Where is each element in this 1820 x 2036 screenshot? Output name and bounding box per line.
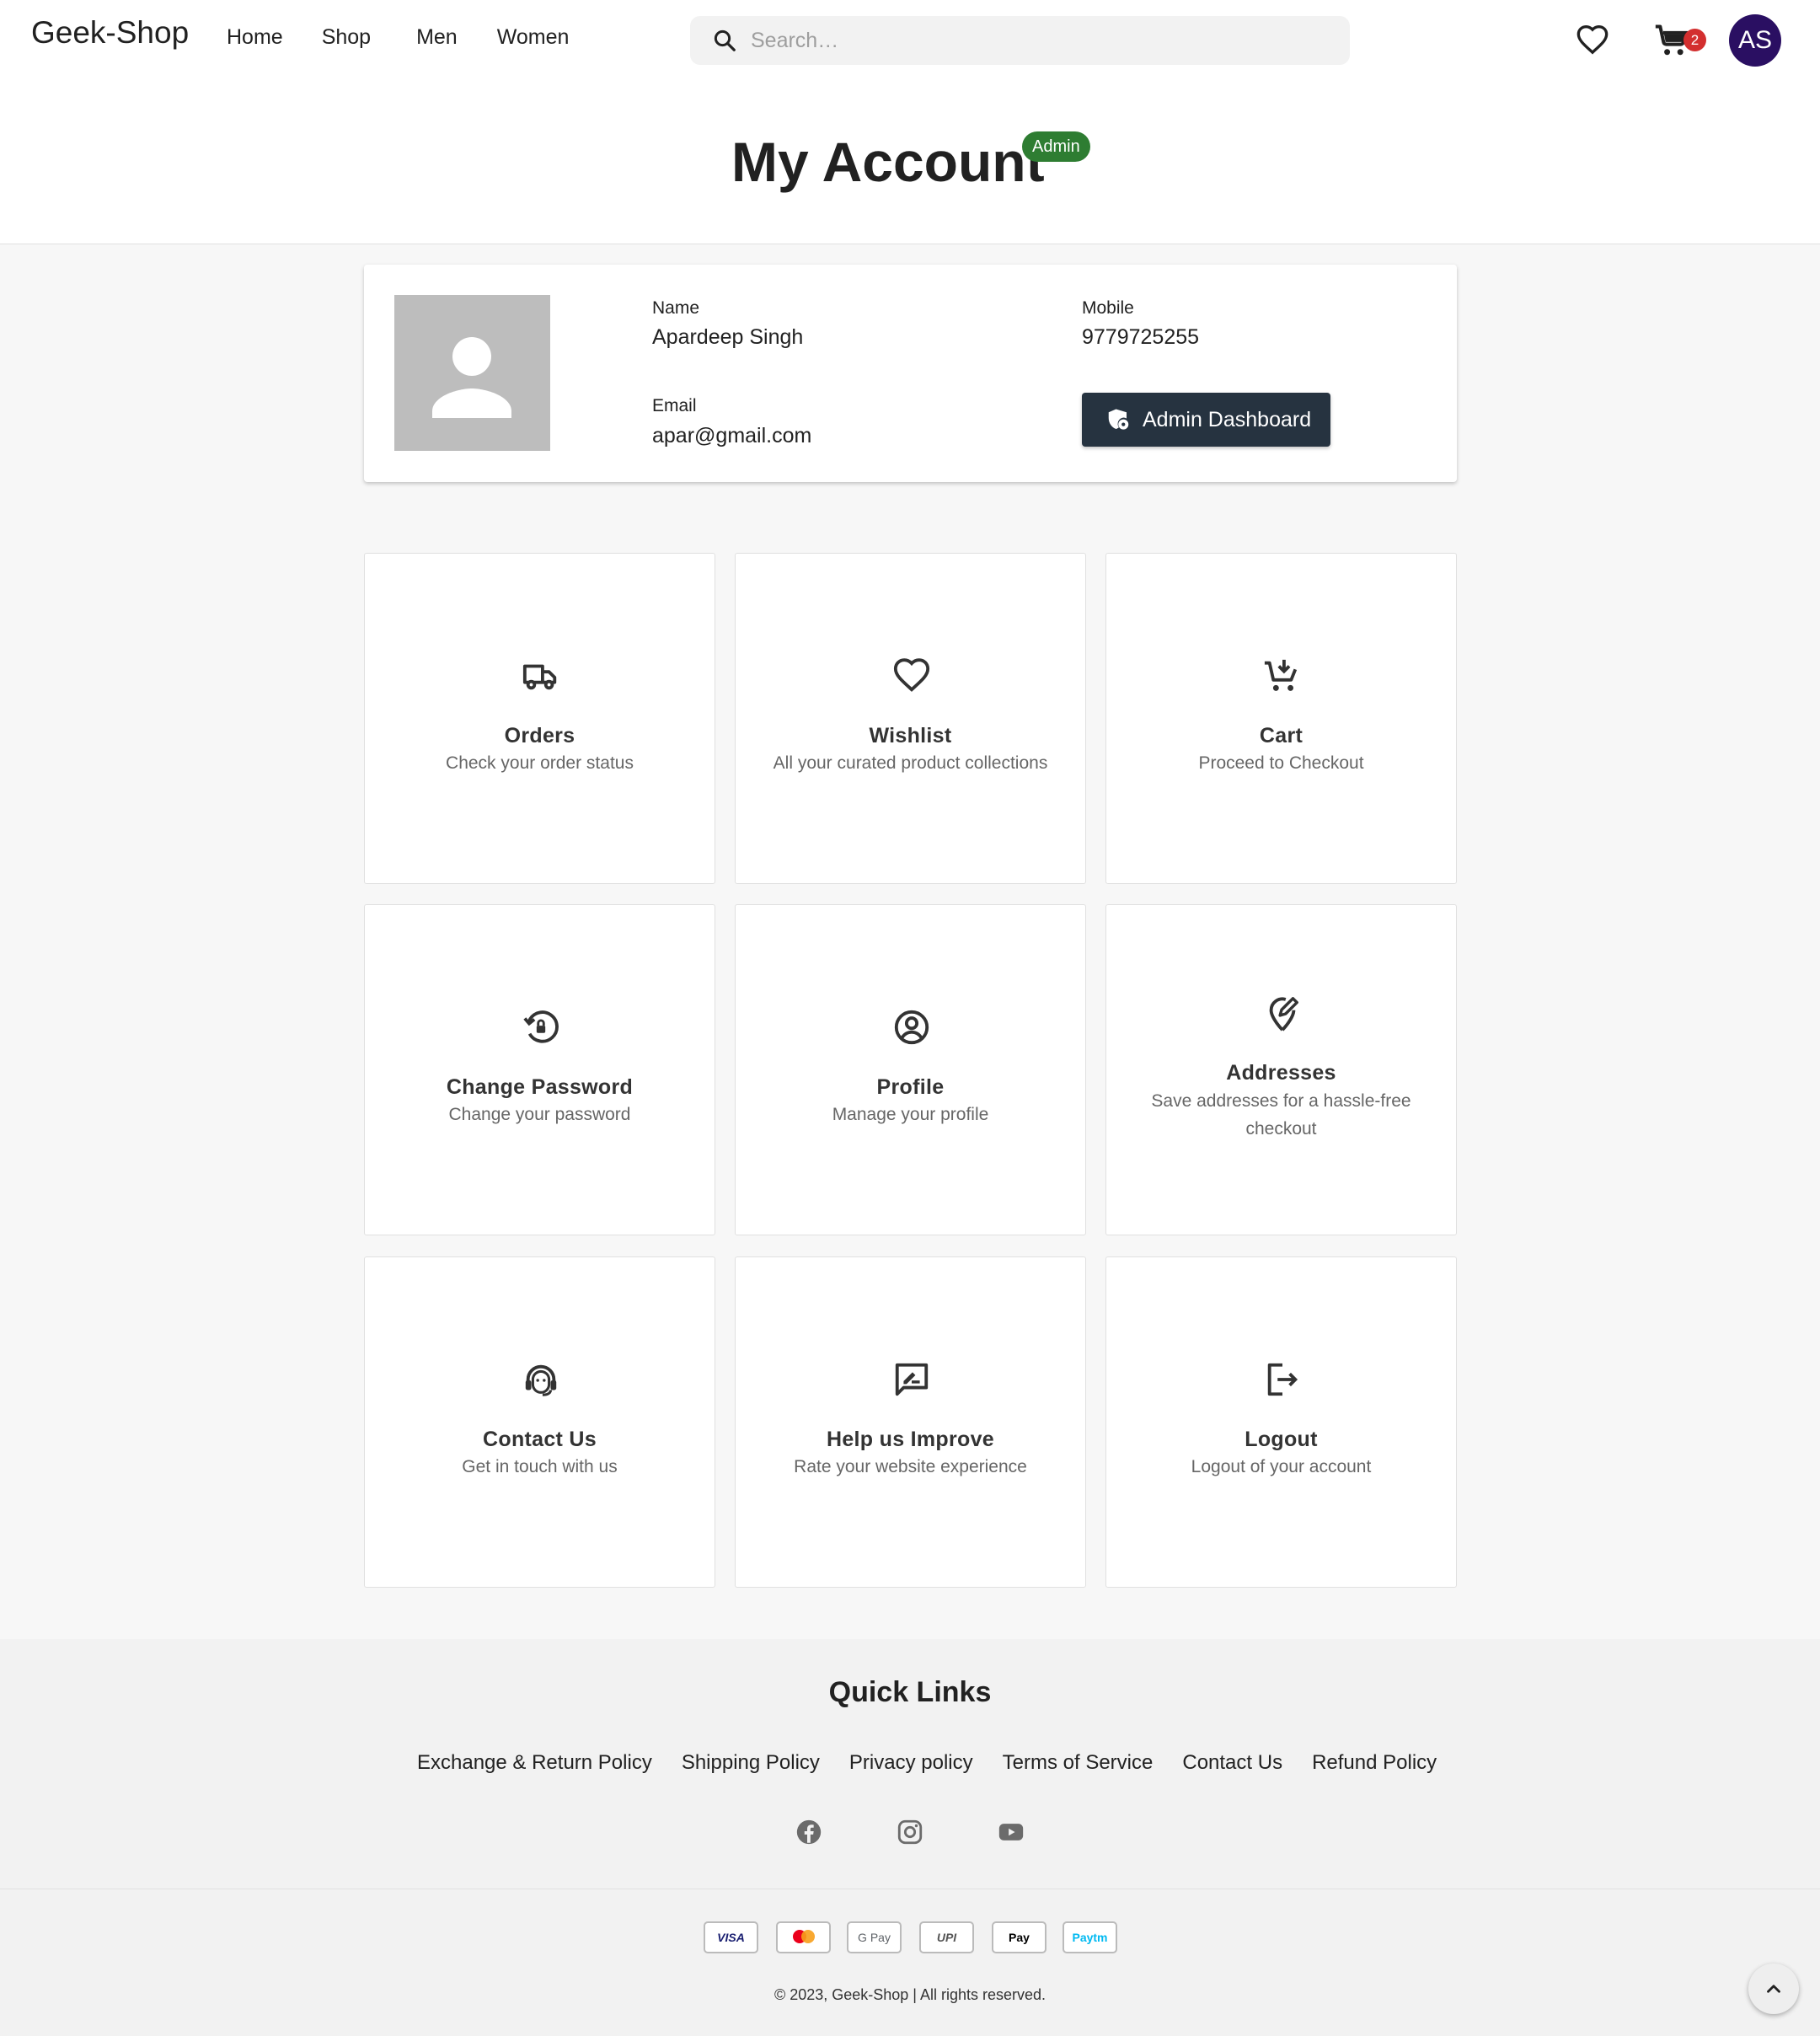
- feedback-icon: [895, 1363, 929, 1396]
- quick-links: Exchange & Return Policy Shipping Policy…: [417, 1751, 1466, 1775]
- user-avatar[interactable]: AS: [1729, 14, 1781, 67]
- tile-title: Help us Improve: [827, 1428, 994, 1451]
- tile-subtitle: Rate your website experience: [794, 1457, 1027, 1476]
- admin-shield-icon: [1108, 409, 1129, 430]
- admin-dashboard-button[interactable]: Admin Dashboard: [1082, 393, 1330, 447]
- copyright: © 2023, Geek-Shop | All rights reserved.: [774, 1986, 1046, 2003]
- cart-count-badge: 2: [1684, 29, 1706, 51]
- quick-links-title: Quick Links: [828, 1676, 992, 1708]
- logout-icon: [1267, 1363, 1298, 1396]
- tile-subtitle: All your curated product collections: [773, 753, 1048, 773]
- chevron-up-icon: [1767, 1985, 1780, 1993]
- apple-pay-logo: Pay: [992, 1921, 1046, 1953]
- tile-subtitle: Change your password: [448, 1105, 631, 1124]
- tile-wishlist[interactable]: Wishlist All your curated product collec…: [735, 553, 1086, 884]
- link-contact-us[interactable]: Contact Us: [1182, 1751, 1282, 1775]
- tile-subtitle: Check your order status: [446, 753, 634, 773]
- tile-title: Profile: [876, 1075, 945, 1099]
- cart-add-icon: [1264, 659, 1298, 691]
- profile-picture: [394, 295, 550, 451]
- mastercard-logo: [776, 1921, 831, 1953]
- account-circle-icon: [894, 1010, 929, 1045]
- tile-contact-us[interactable]: Contact Us Get in touch with us: [364, 1256, 715, 1588]
- tile-cart[interactable]: Cart Proceed to Checkout: [1105, 553, 1457, 884]
- facebook-icon[interactable]: [795, 1818, 823, 1846]
- role-badge: Admin: [1022, 131, 1090, 162]
- name-label: Name: [652, 298, 700, 318]
- nav-shop[interactable]: Shop: [322, 25, 371, 50]
- email-value: apar@gmail.com: [652, 424, 812, 447]
- tile-title: Wishlist: [869, 724, 952, 747]
- tile-subtitle: Manage your profile: [832, 1105, 989, 1124]
- tile-subtitle: Logout of your account: [1191, 1457, 1372, 1476]
- site-footer: Quick Links Exchange & Return Policy Shi…: [0, 1639, 1820, 2036]
- search-input[interactable]: [751, 23, 1324, 58]
- site-logo[interactable]: Geek-Shop: [31, 15, 189, 51]
- mobile-label: Mobile: [1082, 298, 1134, 318]
- google-pay-logo: G Pay: [847, 1921, 902, 1953]
- page-header: My Account Admin: [0, 81, 1820, 244]
- youtube-icon[interactable]: [997, 1818, 1025, 1846]
- admin-dashboard-label: Admin Dashboard: [1143, 407, 1312, 431]
- heart-icon[interactable]: [1576, 24, 1609, 57]
- main-nav: Home Shop Men Women: [227, 25, 569, 50]
- search-bar: [690, 16, 1350, 65]
- email-label: Email: [652, 396, 697, 415]
- location-edit-icon: [1269, 997, 1298, 1031]
- search-icon: [714, 29, 736, 51]
- tile-title: Addresses: [1226, 1061, 1336, 1085]
- upi-logo: UPI: [919, 1921, 974, 1953]
- tile-title: Contact Us: [483, 1428, 597, 1451]
- tile-logout[interactable]: Logout Logout of your account: [1105, 1256, 1457, 1588]
- tile-orders[interactable]: Orders Check your order status: [364, 553, 715, 884]
- heart-icon: [893, 658, 930, 692]
- person-placeholder-icon: [432, 337, 511, 418]
- tile-change-password[interactable]: Change Password Change your password: [364, 904, 715, 1235]
- nav-men[interactable]: Men: [416, 25, 458, 50]
- link-exchange-return-policy[interactable]: Exchange & Return Policy: [417, 1751, 652, 1775]
- link-refund-policy[interactable]: Refund Policy: [1312, 1751, 1437, 1775]
- nav-home[interactable]: Home: [227, 25, 283, 50]
- tile-subtitle: Proceed to Checkout: [1198, 753, 1364, 773]
- top-navbar: Geek-Shop Home Shop Men Women 2 AS: [0, 0, 1820, 81]
- page-title: My Account: [731, 131, 1045, 193]
- tile-addresses[interactable]: Addresses Save addresses for a hassle-fr…: [1105, 904, 1457, 1235]
- support-agent-icon: [525, 1364, 557, 1396]
- scroll-to-top-button[interactable]: [1748, 1964, 1799, 2014]
- lock-reset-icon: [523, 1010, 559, 1043]
- tile-subtitle: Get in touch with us: [462, 1457, 618, 1476]
- mobile-value: 9779725255: [1082, 325, 1200, 349]
- tile-title: Change Password: [446, 1075, 634, 1099]
- link-terms-of-service[interactable]: Terms of Service: [1003, 1751, 1154, 1775]
- name-value: Apardeep Singh: [652, 325, 804, 349]
- profile-card: Name Apardeep Singh Mobile 9779725255 Em…: [364, 265, 1457, 482]
- tile-title: Logout: [1245, 1428, 1318, 1451]
- tile-title: Orders: [504, 724, 575, 747]
- tile-subtitle: Save addresses for a hassle-free checkou…: [1151, 1091, 1411, 1139]
- link-shipping-policy[interactable]: Shipping Policy: [682, 1751, 820, 1775]
- tile-profile[interactable]: Profile Manage your profile: [735, 904, 1086, 1235]
- visa-logo: VISA: [704, 1921, 758, 1953]
- link-privacy-policy[interactable]: Privacy policy: [849, 1751, 973, 1775]
- truck-icon: [522, 664, 557, 690]
- tile-title: Cart: [1259, 724, 1303, 747]
- instagram-icon[interactable]: [896, 1818, 924, 1846]
- tile-help-us-improve[interactable]: Help us Improve Rate your website experi…: [735, 1256, 1086, 1588]
- nav-women[interactable]: Women: [497, 25, 570, 50]
- paytm-logo: Paytm: [1063, 1921, 1117, 1953]
